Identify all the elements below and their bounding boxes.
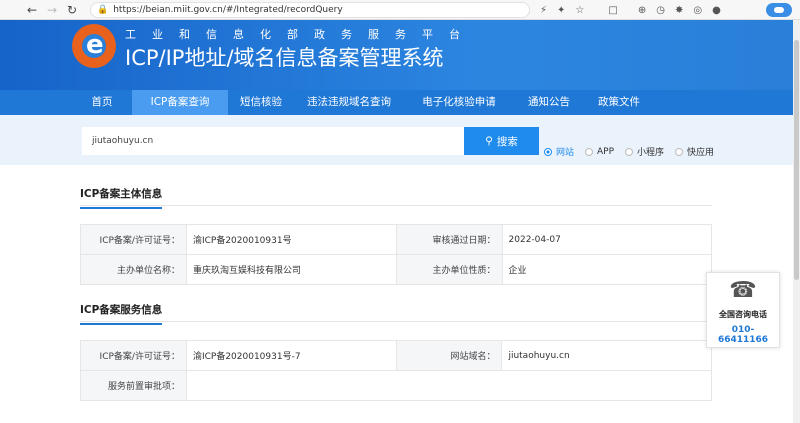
site-header: 工业和信息化部政务服务平台 ICP/IP地址/域名信息备案管理系统 xyxy=(0,20,800,90)
search-type-group: 网站 APP 小程序 快应用 xyxy=(544,145,725,158)
radio-quick-app[interactable]: 快应用 xyxy=(675,145,714,158)
nav-electronic-verify[interactable]: 电子化核验申请 xyxy=(404,90,514,115)
nav-illegal-domain[interactable]: 违法违规域名查询 xyxy=(294,90,404,115)
table-label: 审核通过日期： xyxy=(395,224,503,255)
url-text: https://beian.miit.gov.cn/#/Integrated/r… xyxy=(113,5,343,15)
tools-icon[interactable]: ✸ xyxy=(675,5,683,16)
table-value: 企业 xyxy=(501,254,713,285)
address-bar[interactable]: 🔒 https://beian.miit.gov.cn/#/Integrated… xyxy=(90,2,530,18)
subject-info-table: ICP备案/许可证号： 渝ICP备2020010931号 审核通过日期： 202… xyxy=(80,224,713,285)
collections-icon[interactable]: □ xyxy=(608,5,617,16)
contact-label: 全国咨询电话 xyxy=(719,310,767,319)
miit-logo-icon xyxy=(72,24,116,68)
cloud-profile-icon[interactable] xyxy=(766,3,792,17)
main-nav: 首页 ICP备案查询 短信核验 违法违规域名查询 电子化核验申请 通知公告 政策… xyxy=(0,90,800,115)
radio-dot xyxy=(544,147,552,156)
table-value: 重庆玖淘互娱科技有限公司 xyxy=(185,254,397,285)
table-value: 渝ICP备2020010931号 xyxy=(185,224,397,255)
radio-label: 小程序 xyxy=(637,148,665,158)
service-info-table: ICP备案/许可证号： 渝ICP备2020010931号-7 网站域名： jiu… xyxy=(80,340,713,401)
back-icon[interactable]: ← xyxy=(22,0,42,20)
browser-toolbar: ← → ↻ 🔒 https://beian.miit.gov.cn/#/Inte… xyxy=(0,0,800,20)
table-value: 渝ICP备2020010931号-7 xyxy=(185,340,397,371)
nav-notices[interactable]: 通知公告 xyxy=(514,90,584,115)
forward-icon[interactable]: → xyxy=(42,0,62,20)
header-subtitle: 工业和信息化部政务服务平台 xyxy=(125,28,476,41)
phone-icon: ☎ xyxy=(729,278,757,303)
search-button-label: 搜索 xyxy=(496,135,518,148)
table-row: 主办单位名称： 重庆玖淘互娱科技有限公司 主办单位性质： 企业 xyxy=(80,254,713,285)
radio-label: 快应用 xyxy=(687,148,715,158)
lock-icon: 🔒 xyxy=(97,5,109,15)
table-label: ICP备案/许可证号： xyxy=(80,224,187,255)
table-row: ICP备案/许可证号： 渝ICP备2020010931号 审核通过日期： 202… xyxy=(80,224,713,255)
radio-label: APP xyxy=(597,146,615,157)
reload-icon[interactable]: ↻ xyxy=(62,0,82,20)
radio-mini-program[interactable]: 小程序 xyxy=(625,145,664,158)
table-value xyxy=(185,370,713,401)
table-label: 服务前置审批项： xyxy=(80,370,187,401)
search-button[interactable]: ⚲ 搜索 xyxy=(464,127,539,155)
page-title: ICP/IP地址/域名信息备案管理系统 xyxy=(125,46,444,70)
nav-home[interactable]: 首页 xyxy=(72,90,132,115)
search-input[interactable]: jiutaohuyu.cn xyxy=(82,127,464,155)
radio-app[interactable]: APP xyxy=(585,147,614,157)
table-label: 主办单位性质： xyxy=(395,254,503,285)
radio-label: 网站 xyxy=(556,148,575,158)
add-icon[interactable]: ⊕ xyxy=(638,5,646,16)
table-label: ICP备案/许可证号： xyxy=(80,340,187,371)
contact-widget[interactable]: ☎ 全国咨询电话 010-66411166 xyxy=(706,272,780,348)
table-value: 2022-04-07 xyxy=(501,224,713,255)
extension-icon[interactable]: ✦ xyxy=(557,5,565,16)
notification-icon[interactable]: ◎ xyxy=(693,5,702,16)
table-label: 网站域名： xyxy=(395,340,503,371)
lightning-icon[interactable]: ⚡ xyxy=(540,5,547,16)
table-label: 主办单位名称： xyxy=(80,254,187,285)
favorite-star-icon[interactable]: ☆ xyxy=(575,5,584,16)
table-row: ICP备案/许可证号： 渝ICP备2020010931号-7 网站域名： jiu… xyxy=(80,340,712,371)
search-icon: ⚲ xyxy=(485,135,493,147)
radio-dot xyxy=(675,147,684,156)
user-icon[interactable]: ● xyxy=(712,5,721,16)
radio-dot xyxy=(585,147,594,156)
radio-dot xyxy=(625,147,634,156)
table-value: jiutaohuyu.cn xyxy=(501,340,712,371)
nav-policy[interactable]: 政策文件 xyxy=(584,90,654,115)
radio-website[interactable]: 网站 xyxy=(544,145,574,158)
history-icon[interactable]: ◷ xyxy=(656,5,665,16)
nav-sms-verify[interactable]: 短信核验 xyxy=(228,90,294,115)
table-row: 服务前置审批项： xyxy=(80,370,713,401)
contact-phone: 010-66411166 xyxy=(717,325,769,345)
divider xyxy=(80,205,712,206)
scrollbar[interactable] xyxy=(793,20,800,423)
nav-icp-query[interactable]: ICP备案查询 xyxy=(132,90,228,115)
scrollbar-thumb[interactable] xyxy=(794,40,799,280)
divider xyxy=(80,321,712,322)
